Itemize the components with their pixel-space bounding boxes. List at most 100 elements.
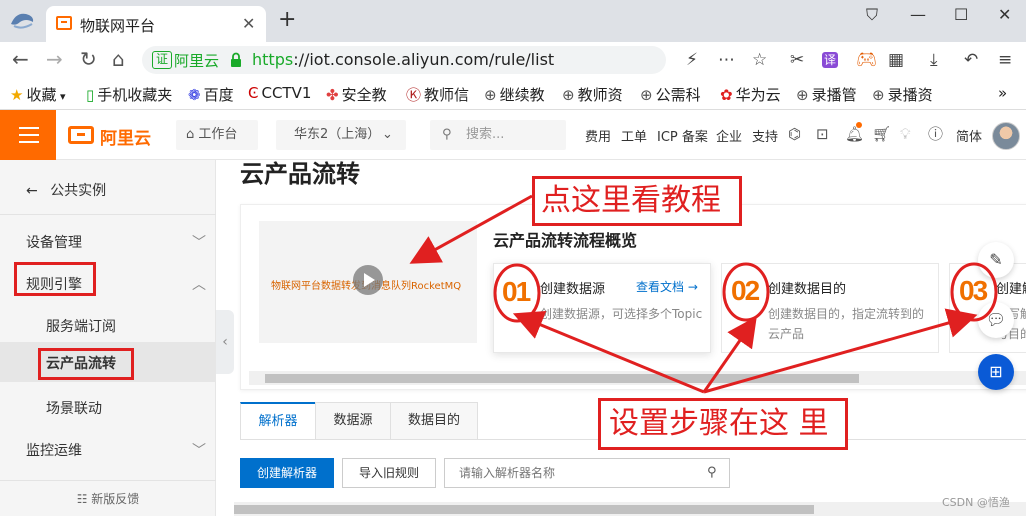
parser-search-input[interactable] [445, 459, 695, 487]
bookmark-item[interactable]: ✤ 安全教 [326, 84, 387, 105]
scrollbar-thumb[interactable] [234, 505, 814, 514]
overview-horizontal-scrollbar[interactable] [249, 371, 1026, 385]
header-link-icp[interactable]: ICP 备案 [657, 126, 708, 145]
tutorial-video[interactable]: 物联网平台数据转发到消息队列RocketMQ [259, 221, 477, 343]
bookmark-item[interactable]: Ͼ CCTV1 [248, 84, 311, 102]
chevron-down-icon[interactable]: ﹀ [192, 232, 206, 252]
bookmark-item[interactable]: ⊕ 公需科 [640, 84, 701, 105]
region-selector[interactable]: 华东2（上海） ⌄ [276, 120, 406, 150]
play-icon[interactable] [353, 265, 383, 295]
pin-icon[interactable]: ⛉ [866, 5, 878, 25]
edit-icon[interactable]: ✎ [978, 242, 1014, 278]
bookmark-icon: ▯ [86, 86, 95, 104]
sidebar-group-monitoring[interactable]: 监控运维 [26, 440, 82, 460]
bookmark-label: 录播资 [887, 86, 933, 104]
home-icon[interactable]: ⌂ [112, 48, 125, 70]
cut-icon[interactable]: ✂ [790, 50, 804, 70]
bookmark-item[interactable]: ▯ 手机收藏夹 [86, 84, 172, 105]
avatar[interactable] [992, 122, 1020, 150]
bookmark-icon: ✤ [326, 86, 339, 104]
bookmark-icon: ⊕ [640, 86, 653, 104]
header-link-support[interactable]: 支持 [752, 126, 778, 145]
tab-close-icon[interactable]: ✕ [242, 14, 255, 33]
scrollbar-thumb[interactable] [265, 374, 859, 383]
chat-icon[interactable]: 💬︎ [978, 302, 1014, 338]
sidebar-item-server-subscription[interactable]: 服务端订阅 [46, 316, 116, 336]
address-toolbar: ← → ↻ ⌂ 证 阿里云 https://iot.console.aliyun… [0, 42, 1026, 78]
browser-logo-icon[interactable] [8, 8, 36, 32]
menu-icon[interactable]: ≡ [998, 50, 1012, 70]
step-number-02: 02 [731, 275, 760, 306]
bookmark-label: 公需科 [655, 86, 701, 104]
create-parser-button[interactable]: 创建解析器 [240, 458, 334, 488]
dropdown-caret-icon[interactable]: ▾ [56, 90, 66, 103]
bookmark-item[interactable]: ★ 收藏 ▾ [10, 84, 66, 105]
close-window-button[interactable]: ✕ [998, 5, 1011, 24]
workbench-label: 工作台 [198, 127, 238, 142]
bookmark-item[interactable]: ⊕ 录播资 [872, 84, 933, 105]
translate-icon[interactable]: 译 [822, 52, 838, 68]
flow-overview-card: 物联网平台数据转发到消息队列RocketMQ 云产品流转流程概览 创建数据源 查… [240, 204, 1026, 390]
back-arrow-icon[interactable]: ← [12, 48, 29, 70]
tab-parser[interactable]: 解析器 [240, 402, 316, 440]
forward-arrow-icon[interactable]: → [46, 48, 63, 70]
bookmarks-more-button[interactable]: » [998, 84, 1007, 102]
star-outline-icon[interactable]: ☆ [752, 50, 767, 70]
search-icon[interactable]: ⚲ [707, 465, 717, 480]
workbench-button[interactable]: ⌂ 工作台 [176, 120, 258, 150]
apps-icon[interactable]: ▦ [888, 50, 904, 70]
url-text[interactable]: https://iot.console.aliyun.com/rule/list [252, 50, 554, 69]
hamburger-menu-button[interactable] [0, 110, 56, 160]
bookmark-label: 录播管 [811, 86, 857, 104]
lightbulb-icon[interactable]: 💡︎ [900, 125, 911, 143]
step-number-03: 03 [959, 275, 988, 306]
import-old-rules-button[interactable]: 导入旧规则 [342, 458, 436, 488]
header-link-enterprise[interactable]: 企业 [716, 126, 742, 145]
help-icon[interactable]: ⓘ [928, 125, 943, 143]
back-arrow-icon: ← [26, 183, 38, 199]
header-link-tickets[interactable]: 工单 [621, 126, 647, 145]
game-icon[interactable]: 🎮︎ [856, 50, 878, 70]
bookmark-label: 手机收藏夹 [97, 86, 173, 104]
app-icon[interactable]: ⌬ [788, 125, 801, 143]
bookmark-item[interactable]: ⊕ 教师资 [562, 84, 623, 105]
apps-grid-icon[interactable]: ⊞ [978, 354, 1014, 390]
sidebar-group-device-management[interactable]: 设备管理 [26, 232, 82, 252]
bookmark-label: 教师资 [577, 86, 623, 104]
bolt-icon[interactable]: ⚡ [686, 50, 698, 70]
back-to-instances-link[interactable]: ← 公共实例 [26, 180, 106, 200]
view-docs-link[interactable]: 查看文档 → [636, 278, 698, 295]
reload-icon[interactable]: ↻ [80, 48, 97, 70]
chevron-up-icon[interactable]: ︿ [192, 274, 206, 294]
bookmark-item[interactable]: ⊕ 录播管 [796, 84, 857, 105]
tab-data-source[interactable]: 数据源 [315, 402, 391, 440]
url-bar[interactable]: 证 阿里云 https://iot.console.aliyun.com/rul… [142, 46, 666, 74]
browser-tab[interactable]: 物联网平台 ✕ [46, 6, 266, 42]
sidebar-collapse-handle[interactable]: ‹ [216, 310, 234, 374]
download-icon[interactable]: ⤓ [930, 50, 938, 70]
page-horizontal-scrollbar[interactable] [234, 502, 1026, 516]
language-switch[interactable]: 简体 [956, 126, 982, 145]
annotation-steps-callout: 设置步骤在这 里 [598, 398, 848, 450]
feedback-button[interactable]: ☷ 新版反馈 [0, 480, 216, 516]
new-tab-button[interactable]: + [278, 9, 296, 31]
chevron-down-icon[interactable]: ﹀ [192, 440, 206, 460]
bookmark-item[interactable]: ✿ 华为云 [720, 84, 781, 105]
home-icon: ⌂ [186, 127, 195, 142]
bell-icon[interactable]: 🔔︎ [845, 125, 864, 143]
more-icon[interactable]: ⋯ [718, 50, 735, 70]
console-search-input[interactable]: ⚲ 搜索... [430, 120, 566, 150]
maximize-button[interactable]: ☐ [954, 5, 968, 24]
bookmark-item[interactable]: Ⓚ 教师信 [406, 84, 469, 105]
page-title: 云产品流转 [240, 160, 360, 188]
undo-icon[interactable]: ↶ [964, 50, 978, 70]
bookmark-item[interactable]: ❁ 百度 [188, 84, 234, 105]
minimize-button[interactable]: — [910, 5, 926, 24]
bookmark-label: 华为云 [735, 86, 781, 104]
sidebar-item-scene-linkage[interactable]: 场景联动 [46, 398, 102, 418]
tab-data-destination[interactable]: 数据目的 [390, 402, 478, 440]
bookmark-item[interactable]: ⊕ 继续教 [484, 84, 545, 105]
terminal-icon[interactable]: ⊡ [816, 125, 829, 143]
header-link-billing[interactable]: 费用 [585, 126, 611, 145]
cart-icon[interactable]: 🛒︎ [872, 125, 891, 143]
